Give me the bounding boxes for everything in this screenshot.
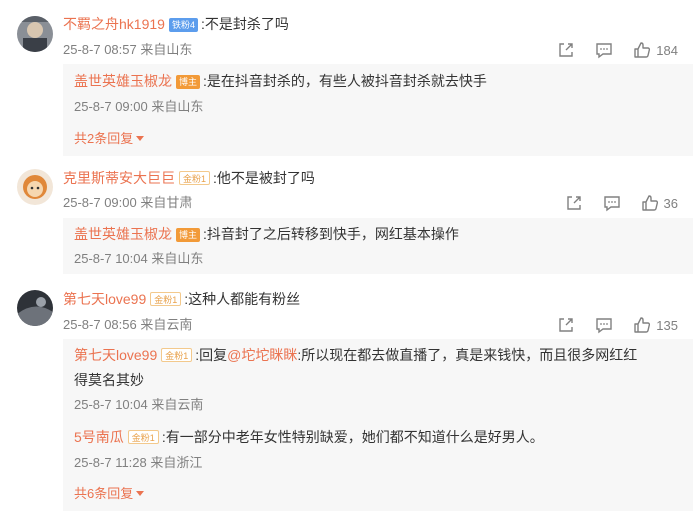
username-link[interactable]: 第七天love99 (63, 291, 146, 307)
reply-text: :有一部分中老年女性特别缺爱，她们都不知道什么是好男人。 (161, 429, 544, 445)
username-link[interactable]: 不羁之舟hk1919 (63, 16, 165, 32)
comment-icon[interactable] (603, 194, 621, 212)
share-icon[interactable] (557, 41, 575, 59)
like-count: 135 (656, 317, 678, 333)
comment-text: :这种人都能有粉丝 (184, 291, 301, 307)
username-link[interactable]: 第七天love99 (74, 347, 157, 363)
blogger-badge: 博主 (176, 228, 201, 242)
blogger-badge: 博主 (176, 75, 201, 89)
avatar[interactable] (17, 169, 53, 205)
reply-list: 盖世英雄玉椒龙 博主:抖音封了之后转移到快手，网红基本操作 25-8-7 10:0… (63, 218, 693, 274)
like-count: 36 (663, 195, 678, 211)
comment-text: :不是封杀了吗 (200, 16, 289, 32)
reply-meta: 25-8-7 10:04 来自云南 (74, 397, 204, 412)
like-count: 184 (656, 42, 678, 58)
comment-meta: 25-8-7 08:56 来自云南 (63, 317, 193, 332)
reply-item: 盖世英雄玉椒龙 博主:抖音封了之后转移到快手，网红基本操作 (74, 224, 459, 244)
share-icon[interactable] (565, 194, 583, 212)
comment-meta: 25-8-7 09:00 来自甘肃 (63, 195, 193, 210)
like-icon[interactable] (633, 316, 651, 334)
reply-meta: 25-8-7 10:04 来自山东 (74, 251, 204, 266)
reply-text: :抖音封了之后转移到快手，网红基本操作 (203, 226, 459, 242)
reply-list: 盖世英雄玉椒龙 博主:是在抖音封杀的，有些人被抖音封杀就去快手 25-8-7 09… (63, 64, 693, 156)
fan-badge[interactable]: 铁粉4 (168, 18, 198, 32)
caret-down-icon (136, 136, 145, 141)
more-replies-link[interactable]: 共2条回复 (74, 129, 145, 149)
reply-text: :是在抖音封杀的，有些人被抖音封杀就去快手 (203, 73, 487, 89)
like-icon[interactable] (633, 41, 651, 59)
comment-header: 不羁之舟hk1919 铁粉4:不是封杀了吗 (63, 14, 289, 34)
mention-link[interactable]: @坨坨眯眯 (227, 347, 297, 363)
reply-text-continued: 得莫名其妙 (74, 372, 144, 388)
fan-badge[interactable]: 金粉1 (127, 430, 159, 444)
fan-badge[interactable]: 金粉1 (161, 348, 193, 362)
username-link[interactable]: 盖世英雄玉椒龙 (74, 73, 172, 89)
username-link[interactable]: 克里斯蒂安大巨巨 (63, 170, 175, 186)
more-replies-link[interactable]: 共6条回复 (74, 484, 145, 504)
reply-item: 盖世英雄玉椒龙 博主:是在抖音封杀的，有些人被抖音封杀就去快手 (74, 71, 487, 91)
caret-down-icon (136, 491, 145, 496)
reply-meta: 25-8-7 09:00 来自山东 (74, 99, 204, 114)
reply-list: 第七天love99 金粉1:回复@坨坨眯眯:所以现在都去做直播了，真是来钱快，而且… (63, 339, 693, 511)
share-icon[interactable] (557, 316, 575, 334)
comment-text: :他不是被封了吗 (213, 170, 315, 186)
comment-header: 克里斯蒂安大巨巨 金粉1:他不是被封了吗 (63, 168, 315, 188)
reply-meta: 25-8-7 11:28 来自浙江 (74, 455, 203, 470)
more-replies-label: 共2条回复 (74, 131, 134, 146)
username-link[interactable]: 盖世英雄玉椒龙 (74, 226, 172, 242)
username-link[interactable]: 5号南瓜 (74, 429, 124, 445)
fan-badge[interactable]: 金粉1 (150, 292, 182, 306)
comment-meta: 25-8-7 08:57 来自山东 (63, 42, 193, 57)
reply-item: 第七天love99 金粉1:回复@坨坨眯眯:所以现在都去做直播了，真是来钱快，而且… (74, 345, 637, 365)
fan-badge[interactable]: 金粉1 (179, 171, 211, 185)
reply-item: 5号南瓜 金粉1:有一部分中老年女性特别缺爱，她们都不知道什么是好男人。 (74, 427, 544, 447)
comment-header: 第七天love99 金粉1:这种人都能有粉丝 (63, 289, 300, 309)
reply-prefix: :回复 (195, 347, 228, 363)
more-replies-label: 共6条回复 (74, 486, 134, 501)
avatar[interactable] (17, 16, 53, 52)
comment-icon[interactable] (595, 41, 613, 59)
avatar[interactable] (17, 290, 53, 326)
comment-icon[interactable] (595, 316, 613, 334)
comment-actions: 135 (537, 315, 678, 335)
comment-actions: 36 (545, 193, 678, 213)
reply-text: :所以现在都去做直播了，真是来钱快，而且很多网红红 (297, 347, 638, 363)
like-icon[interactable] (641, 194, 659, 212)
comment-actions: 184 (537, 40, 678, 60)
